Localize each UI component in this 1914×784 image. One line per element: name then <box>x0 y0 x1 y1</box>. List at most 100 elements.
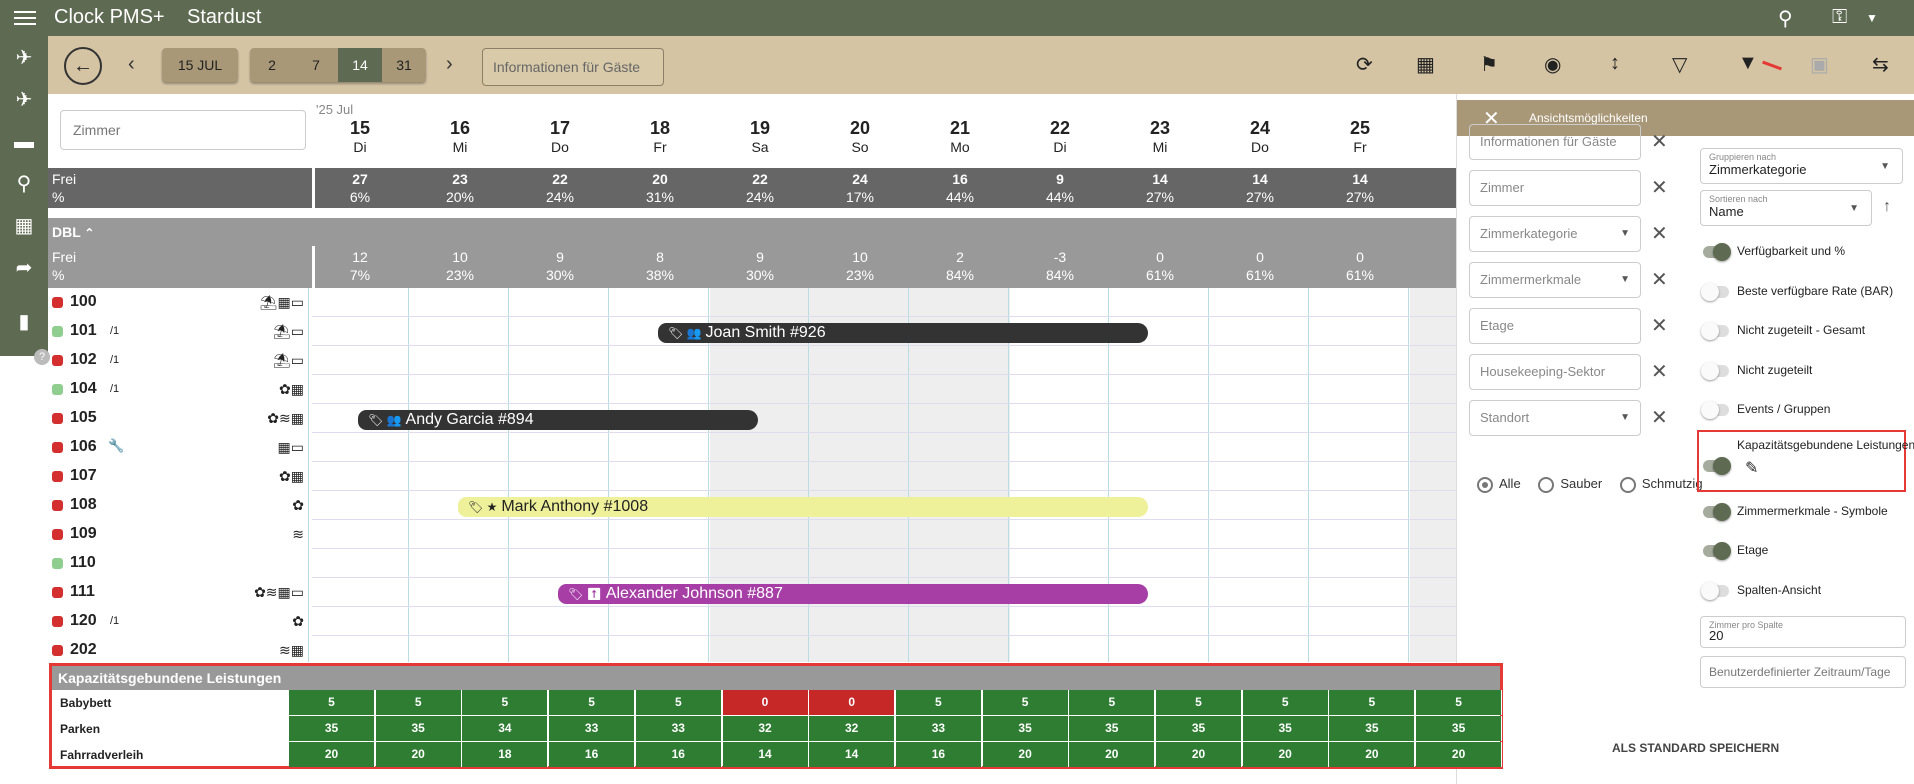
free-value: 24 <box>852 171 868 187</box>
room-row[interactable]: 100 ⛱▦▭ <box>52 290 308 318</box>
arrivals-icon[interactable]: ✈ <box>10 44 38 72</box>
filter-field[interactable]: Etage <box>1469 308 1641 344</box>
span-2-button[interactable]: 2 <box>250 48 294 82</box>
room-row[interactable]: 106 🔧 ▦▭ <box>52 435 308 463</box>
toggle-label: Events / Gruppen <box>1737 402 1831 416</box>
menu-icon[interactable] <box>14 7 36 29</box>
search-icon[interactable]: ⚲ <box>1778 6 1793 31</box>
toggle-switch[interactable] <box>1703 503 1731 521</box>
span-31-button[interactable]: 31 <box>382 48 426 82</box>
columns-icon[interactable]: ▦ <box>1416 52 1435 77</box>
room-row[interactable]: 111 ✿≋▦▭ <box>52 580 308 608</box>
weekday: Mo <box>950 139 970 155</box>
toggle-switch[interactable] <box>1701 322 1729 340</box>
toggle-switch[interactable] <box>1703 457 1731 475</box>
room-row[interactable]: 108 ✿ <box>52 493 308 521</box>
room-row[interactable]: 109 ≋ <box>52 522 308 550</box>
height-icon[interactable]: ↕ <box>1610 52 1620 75</box>
toggle-switch[interactable] <box>1701 283 1729 301</box>
swap-icon[interactable]: ⇆ <box>1872 52 1889 77</box>
toggle-switch[interactable] <box>1701 362 1729 380</box>
chevron-down-icon[interactable]: ▼ <box>1866 11 1878 25</box>
filter-field[interactable]: Housekeeping-Sektor <box>1469 354 1641 390</box>
clear-filter-icon[interactable]: ✕ <box>1651 175 1668 200</box>
custom-range-input[interactable]: Benutzerdefinierter Zeitraum/Tage <box>1700 656 1906 688</box>
span-14-button[interactable]: 14 <box>338 48 382 82</box>
booking-bar[interactable]: 🏷 ★ Mark Anthony #1008 <box>458 497 1148 517</box>
room-search-input[interactable]: Zimmer <box>60 110 306 150</box>
room-feature-icons: ✿ <box>292 497 304 513</box>
sort-direction-icon[interactable]: ↑ <box>1883 198 1891 216</box>
room-row[interactable]: 102/1 ⛱▭ <box>52 348 308 376</box>
clear-filter-icon[interactable]: ✕ <box>1651 221 1668 246</box>
filter-field[interactable]: Zimmer <box>1469 170 1641 206</box>
clear-filter-icon[interactable]: ✕ <box>1651 359 1668 384</box>
booking-bar[interactable]: 🏷 ⬆ Alexander Johnson #887 <box>558 584 1148 604</box>
grid-line <box>312 461 1456 462</box>
prev-arrow-icon[interactable]: ‹ <box>128 53 135 76</box>
rooms-per-column-field[interactable]: Zimmer pro Spalte 20 <box>1700 616 1906 648</box>
room-row[interactable]: 101/1 ⛱▭ <box>52 319 308 347</box>
group-by-select[interactable]: Gruppieren nach Zimmerkategorie ▼ <box>1700 148 1903 184</box>
booking-bar[interactable]: 🏷 👥 Andy Garcia #894 <box>358 410 758 430</box>
key-icon[interactable]: ⚿ <box>1832 6 1847 29</box>
room-row[interactable]: 104/1 ✿▦ <box>52 377 308 405</box>
grid-line <box>312 345 1456 346</box>
filter-placeholder: Standort <box>1480 410 1530 425</box>
clear-filter-icon[interactable]: ✕ <box>1651 267 1668 292</box>
filter-field[interactable]: Zimmerkategorie ▼ <box>1469 216 1641 252</box>
room-number: 100 <box>70 293 97 310</box>
departures-icon[interactable]: ✈ <box>10 86 38 114</box>
capacity-cell: 5 <box>1329 690 1416 715</box>
bed-icon[interactable]: ▬ <box>10 128 38 156</box>
filter-field[interactable]: Zimmermerkmale ▼ <box>1469 262 1641 298</box>
calendar-icon[interactable]: ▦ <box>10 212 38 240</box>
add-alert-icon[interactable]: ⚑ <box>1480 52 1498 77</box>
span-7-button[interactable]: 7 <box>294 48 338 82</box>
focus-icon[interactable]: ▣ <box>1810 52 1829 77</box>
filter-off-icon[interactable]: ▽ <box>1672 52 1687 77</box>
filter-icon[interactable]: ▼ <box>1738 52 1758 75</box>
radio-dirty[interactable]: Schmutzig <box>1619 476 1703 493</box>
radio-clean[interactable]: Sauber <box>1538 476 1602 493</box>
book-icon[interactable]: ▮ <box>10 308 38 336</box>
filter-field[interactable]: Informationen für Gäste <box>1469 124 1641 160</box>
room-number: 202 <box>70 641 97 658</box>
day-number: 24 <box>1249 118 1271 138</box>
palette-icon[interactable]: ◉ <box>1544 52 1561 77</box>
category-name[interactable]: DBL ⌃ <box>52 224 94 240</box>
toggle-switch[interactable] <box>1701 582 1729 600</box>
room-row[interactable]: 107 ✿▦ <box>52 464 308 492</box>
radio-all[interactable]: Alle <box>1477 476 1521 493</box>
forward-icon[interactable]: ➦ <box>10 254 38 282</box>
booking-bar[interactable]: 🏷 👥 Joan Smith #926 <box>658 323 1148 343</box>
toggle-switch[interactable] <box>1703 542 1731 560</box>
back-button[interactable]: ← <box>64 47 102 85</box>
next-arrow-icon[interactable]: › <box>446 53 453 76</box>
save-default-button[interactable]: ALS STANDARD SPEICHERN <box>1612 741 1779 755</box>
sort-by-select[interactable]: Sortieren nach Name ▼ <box>1700 190 1872 226</box>
toggle-switch[interactable] <box>1701 401 1729 419</box>
filter-field[interactable]: Standort ▼ <box>1469 400 1641 436</box>
room-row[interactable]: 105 ✿≋▦ <box>52 406 308 434</box>
guest-info-button[interactable]: Informationen für Gäste <box>482 48 664 86</box>
clear-filter-icon[interactable]: ✕ <box>1651 313 1668 338</box>
refresh-icon[interactable]: ⟳ <box>1356 52 1373 77</box>
capacity-cell: 20 <box>1416 742 1503 767</box>
room-row[interactable]: 120/1 ✿ <box>52 609 308 637</box>
day-header: 25 Fr <box>1310 118 1410 155</box>
status-indicator <box>52 355 63 366</box>
edit-icon[interactable]: ✎ <box>1745 458 1758 478</box>
clear-filter-icon[interactable]: ✕ <box>1651 405 1668 430</box>
room-row[interactable]: 110 <box>52 551 308 579</box>
date-button[interactable]: 15 JUL <box>162 48 238 82</box>
grid-line <box>312 577 1456 578</box>
toggle-switch[interactable] <box>1703 243 1731 261</box>
room-row[interactable]: 202 ≋▦ <box>52 638 308 662</box>
property-name[interactable]: Stardust <box>187 6 261 29</box>
day-number: 19 <box>749 118 771 138</box>
search-icon[interactable]: ⚲ <box>10 170 38 198</box>
pct-value: 27% <box>1145 189 1175 205</box>
clear-filter-icon[interactable]: ✕ <box>1651 129 1668 154</box>
weekday: Mi <box>452 139 468 155</box>
